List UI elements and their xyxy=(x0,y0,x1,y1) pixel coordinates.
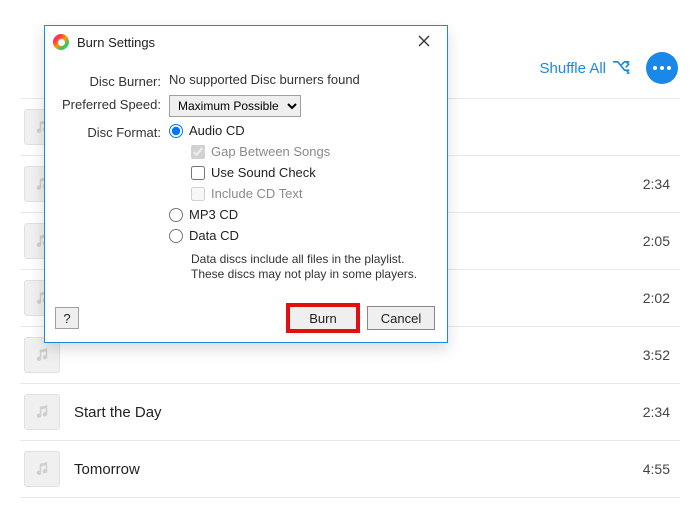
table-row[interactable]: Start the Day 2:34 xyxy=(20,384,680,441)
track-duration: 3:52 xyxy=(643,347,676,363)
use-sound-check-option[interactable]: Use Sound Check xyxy=(169,165,431,180)
album-art-placeholder xyxy=(24,394,60,430)
mp3-cd-radio[interactable] xyxy=(169,208,183,222)
close-button[interactable] xyxy=(403,28,445,56)
track-title: Start the Day xyxy=(74,404,629,421)
data-cd-note: Data discs include all files in the play… xyxy=(169,249,431,282)
audio-cd-label: Audio CD xyxy=(189,123,245,138)
shuffle-icon xyxy=(612,58,632,78)
close-icon xyxy=(418,35,430,50)
shuffle-all-button[interactable]: Shuffle All xyxy=(540,58,632,78)
include-cd-text-label: Include CD Text xyxy=(211,186,303,201)
gap-between-songs-label: Gap Between Songs xyxy=(211,144,330,159)
itunes-icon xyxy=(53,34,69,50)
disc-burner-value: No supported Disc burners found xyxy=(169,72,431,87)
audio-cd-option[interactable]: Audio CD xyxy=(169,123,431,138)
preferred-speed-select[interactable]: Maximum Possible xyxy=(169,95,301,117)
album-art-placeholder xyxy=(24,451,60,487)
track-duration: 2:02 xyxy=(643,290,676,306)
track-duration: 2:34 xyxy=(643,176,676,192)
track-title: Tomorrow xyxy=(74,461,629,478)
use-sound-check-checkbox[interactable] xyxy=(191,166,205,180)
track-duration: 2:34 xyxy=(643,404,676,420)
disc-burner-label: Disc Burner: xyxy=(61,72,161,89)
disc-format-label: Disc Format: xyxy=(61,123,161,140)
dialog-body: Disc Burner: No supported Disc burners f… xyxy=(45,58,447,298)
use-sound-check-label: Use Sound Check xyxy=(211,165,316,180)
preferred-speed-label: Preferred Speed: xyxy=(61,95,161,112)
track-duration: 2:05 xyxy=(643,233,676,249)
burn-button[interactable]: Burn xyxy=(289,306,357,330)
dialog-titlebar[interactable]: Burn Settings xyxy=(45,26,447,58)
data-cd-label: Data CD xyxy=(189,228,239,243)
burn-settings-dialog: Burn Settings Disc Burner: No supported … xyxy=(44,25,448,343)
cancel-button[interactable]: Cancel xyxy=(367,306,435,330)
data-cd-option[interactable]: Data CD xyxy=(169,228,431,243)
data-cd-radio[interactable] xyxy=(169,229,183,243)
help-button[interactable]: ? xyxy=(55,307,79,329)
dialog-title: Burn Settings xyxy=(77,35,403,50)
gap-between-songs-option: Gap Between Songs xyxy=(169,144,431,159)
audio-cd-radio[interactable] xyxy=(169,124,183,138)
more-actions-button[interactable] xyxy=(646,52,678,84)
ellipsis-icon xyxy=(653,66,671,70)
track-duration: 4:55 xyxy=(643,461,676,477)
shuffle-all-label: Shuffle All xyxy=(540,60,606,77)
include-cd-text-checkbox xyxy=(191,187,205,201)
include-cd-text-option: Include CD Text xyxy=(169,186,431,201)
mp3-cd-option[interactable]: MP3 CD xyxy=(169,207,431,222)
mp3-cd-label: MP3 CD xyxy=(189,207,238,222)
gap-between-songs-checkbox xyxy=(191,145,205,159)
dialog-footer: ? Burn Cancel xyxy=(45,298,447,342)
table-row[interactable]: Tomorrow 4:55 xyxy=(20,441,680,498)
